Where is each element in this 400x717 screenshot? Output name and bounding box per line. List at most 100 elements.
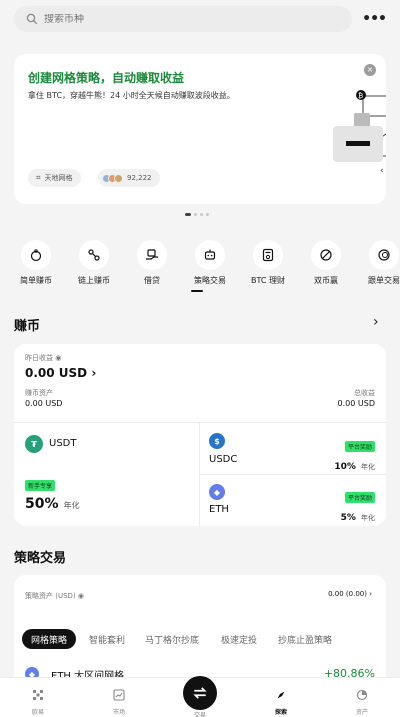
strategy-assets-label-row: 策略资产 (USD) ◉ xyxy=(25,591,84,601)
strategy-assets-value-row[interactable]: 0.00 (0.00) › xyxy=(328,590,372,598)
strategy-item-return: +80.86% xyxy=(323,667,375,677)
eth-badge: 平台奖励 xyxy=(344,492,375,503)
dual-coin-icon xyxy=(320,249,332,261)
eye-icon[interactable]: ◉ xyxy=(78,592,84,600)
usdt-name: USDT xyxy=(49,438,77,449)
eth-rate-unit: 年化 xyxy=(361,514,375,522)
nav-label: 市场 xyxy=(112,709,125,716)
quick-item-btc-finance[interactable]: BTC 理财 xyxy=(238,240,298,286)
carousel-dots xyxy=(185,213,209,216)
search-box[interactable] xyxy=(14,6,353,32)
robot-grid-illustration: ₿ xyxy=(333,90,386,162)
nav-label: 资产 xyxy=(355,709,368,716)
tab-fast-dca[interactable]: 极速定投 xyxy=(212,629,266,649)
users-count: 92,222 xyxy=(127,174,152,182)
quick-item-strategy-trading[interactable]: 策略交易 xyxy=(180,240,240,286)
carousel-dot xyxy=(194,213,197,216)
more-options-icon[interactable]: ••• xyxy=(362,11,387,27)
usdc-rate-unit: 年化 xyxy=(361,463,375,471)
yesterday-value-row[interactable]: 0.00 USD › xyxy=(25,366,96,380)
banner-title: 创建网格策略，自动赚取收益 xyxy=(28,71,185,85)
total-label: 总收益 xyxy=(354,389,375,397)
assets-value: 0.00 USD xyxy=(25,399,63,408)
compass-icon xyxy=(277,691,285,699)
usdc-product[interactable]: $ USDC 平台奖励 10% 年化 xyxy=(200,423,386,474)
usdc-rate: 10% xyxy=(334,462,356,472)
copy-icon xyxy=(378,249,390,261)
eth-coin-icon: ◆ xyxy=(209,484,225,500)
earn-section-title: 赚币 xyxy=(14,319,41,334)
usdc-rate-row: 10% 年化 xyxy=(334,454,375,473)
total-value: 0.00 USD xyxy=(337,399,375,408)
carousel-dot xyxy=(206,213,209,216)
banner-next-icon[interactable]: ‹ xyxy=(380,166,384,176)
usdt-badge: 新手专享 xyxy=(25,480,56,491)
chain-icon xyxy=(88,249,100,261)
quick-nav-indicator xyxy=(191,290,203,292)
carousel-dot xyxy=(185,213,191,216)
strategy-assets-label: 策略资产 (USD) xyxy=(25,592,76,600)
nav-explore[interactable]: 探索 xyxy=(256,686,306,716)
nav-market[interactable]: 市场 xyxy=(94,686,144,716)
strategy-item-name: ETH 大区间网格 xyxy=(51,671,125,677)
eye-icon[interactable]: ◉ xyxy=(55,354,61,362)
usdc-name: USDC xyxy=(209,454,238,465)
banner-close-icon[interactable]: × xyxy=(364,64,376,76)
quick-item-copy-trading[interactable]: 跟单交易 xyxy=(354,240,400,286)
search-row: ••• xyxy=(14,6,387,32)
nav-label: 交易 xyxy=(193,712,206,717)
chevron-right-icon: › xyxy=(369,590,372,598)
pie-chart-icon xyxy=(356,689,368,701)
eth-name: ETH xyxy=(209,504,229,515)
nav-home[interactable]: 欧易 xyxy=(13,686,63,716)
quick-item-label: 策略交易 xyxy=(194,276,226,285)
earn-more-chevron-icon[interactable]: › xyxy=(373,314,379,330)
bottom-nav: 欧易 市场 交易 探索 资产 xyxy=(0,676,400,717)
quick-item-dual-investment[interactable]: 双币赢 xyxy=(296,240,356,286)
quick-item-label: 跟单交易 xyxy=(368,276,400,285)
quick-item-loan[interactable]: 借贷 xyxy=(122,240,182,286)
usdt-coin-icon: ₮ xyxy=(25,435,43,453)
earn-card: 昨日收益 ◉ 0.00 USD › 赚币资产 0.00 USD 总收益 0.00… xyxy=(14,344,386,526)
strategy-section-title: 策略交易 xyxy=(14,551,67,566)
loan-icon xyxy=(146,249,158,260)
eth-rate: 5% xyxy=(340,513,356,523)
tab-grid-strategy[interactable]: 网格策略 xyxy=(22,629,77,649)
tab-bottom-take-profit[interactable]: 抄底止盈策略 xyxy=(269,629,341,649)
piggy-icon xyxy=(30,249,42,262)
nav-trade[interactable]: 交易 xyxy=(175,676,225,717)
swap-button[interactable] xyxy=(183,676,217,710)
robot-icon xyxy=(204,249,216,260)
quick-item-label: 双币赢 xyxy=(314,276,338,285)
quick-item-simple-earn[interactable]: 简单赚币 xyxy=(6,240,66,286)
banner-tag[interactable]: ⌗ 天地网格 xyxy=(28,169,81,187)
nav-assets[interactable]: 资产 xyxy=(337,686,387,716)
quick-nav: 简单赚币 链上赚币 借贷 策略交易 BTC 理财 双币赢 跟单交易 xyxy=(6,240,400,296)
quick-item-label: 简单赚币 xyxy=(20,276,52,285)
usdc-coin-icon: $ xyxy=(209,433,225,449)
tab-smart-arbitrage[interactable]: 智能套利 xyxy=(80,629,134,649)
chevron-right-icon: › xyxy=(91,366,97,380)
calculator-icon xyxy=(262,248,274,262)
usdt-product[interactable]: ₮ USDT 新手专享 50% 年化 xyxy=(14,423,199,526)
banner-tag-label: 天地网格 xyxy=(44,174,73,182)
quick-item-label: 借贷 xyxy=(144,276,160,285)
nav-label: 探索 xyxy=(274,709,287,716)
quick-item-label: 链上赚币 xyxy=(78,276,110,285)
promo-banner[interactable]: 创建网格策略，自动赚取收益 拿住 BTC，穿越牛熊！24 小时全天候自动赚取波段… xyxy=(14,54,386,204)
swap-icon xyxy=(193,687,207,699)
eth-product[interactable]: ◆ ETH 平台奖励 5% 年化 xyxy=(200,475,386,526)
tab-martingale[interactable]: 马丁格尔抄底 xyxy=(136,629,208,649)
quick-item-onchain-earn[interactable]: 链上赚币 xyxy=(64,240,124,286)
usdt-rate-unit: 年化 xyxy=(63,501,80,510)
chart-icon xyxy=(113,689,125,701)
okx-logo-icon xyxy=(33,690,43,700)
yesterday-label: 昨日收益 xyxy=(25,354,53,362)
carousel-dot xyxy=(200,213,203,216)
quick-item-label: BTC 理财 xyxy=(250,276,286,285)
search-input[interactable] xyxy=(44,13,324,25)
strategy-card: 策略资产 (USD) ◉ 0.00 (0.00) › 网格策略 智能套利 马丁格… xyxy=(14,575,386,677)
usdt-rate: 50% xyxy=(25,496,59,512)
banner-subtitle: 拿住 BTC，穿越牛熊！24 小时全天候自动赚取波段收益。 xyxy=(28,91,235,100)
nav-label: 欧易 xyxy=(31,709,44,716)
